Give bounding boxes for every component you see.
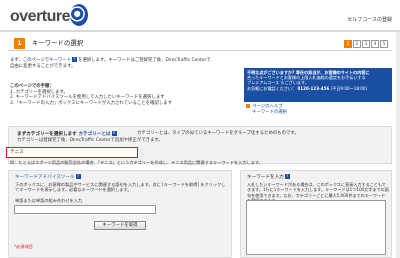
page-help-label[interactable]: ページのヘルプ xyxy=(252,105,283,110)
header-title: セルフコースの登録 xyxy=(347,17,392,23)
howto-steps: このページでの手順： 1. カテゴリーを選択します。 2. キーワードアドバイス… xyxy=(10,84,272,107)
page-help-sub[interactable]: キーワードの選択 xyxy=(252,110,287,115)
keyword-link[interactable]: キーワード xyxy=(49,58,71,63)
page-help-link[interactable]: ページのヘルプ キーワードの選択 xyxy=(246,104,287,116)
help-box-line4: お気軽にお電話ください： xyxy=(247,85,297,91)
premium-help-box: 不明な点がございますか? 専任の担当が、お客様のサイトの内容に 合ったキーワード… xyxy=(244,68,392,102)
step-1: 1 xyxy=(344,40,352,48)
get-keywords-button[interactable]: キーワードを取得 xyxy=(94,221,146,230)
help-question-icon[interactable]: ? xyxy=(284,174,290,179)
keyword-entry-title-text: キーワードを入力 xyxy=(247,175,284,180)
page-scrollbar[interactable] xyxy=(396,32,400,258)
category-title: まずカテゴリーを選択します xyxy=(17,132,77,137)
keyword-entry-textarea[interactable] xyxy=(246,200,386,255)
keyword-tool-title: キーワードアドバイスツール? xyxy=(15,174,82,181)
required-note: *必須項目 xyxy=(14,244,33,249)
intro-line1-pre: まず、このページで xyxy=(10,58,50,63)
intro-text: まず、このページでキーワード? を選択します。キーワードはご登録完了後、Direc… xyxy=(10,57,272,69)
category-desc: カテゴリーとは、タイプの似ているキーワードをグループ化するためのものです。 xyxy=(137,131,299,136)
overture-logo-icon xyxy=(70,4,88,26)
step-2: 2 xyxy=(353,40,361,48)
category-desc2: カテゴリーは登録完了後、DirecTraffic Centerで追加や修正ができ… xyxy=(17,138,163,143)
keyword-tool-title-text: キーワードアドバイスツール xyxy=(15,175,75,180)
help-question-icon[interactable]: ? xyxy=(75,174,81,179)
step-5: 5 xyxy=(380,40,388,48)
keyword-input-label: 単語または単語の組み合わせを入力 xyxy=(15,198,83,203)
keyword-entry-title: キーワードを入力? xyxy=(247,174,291,181)
header: overture セルフコースの登録 xyxy=(0,0,400,32)
header-divider xyxy=(0,30,400,32)
arrow-right-icon xyxy=(246,104,250,108)
step-indicator: 1 2 3 4 5 xyxy=(344,40,388,48)
category-help-link[interactable]: カテゴリーとは xyxy=(78,132,110,137)
help-phone-number: 0120-123-456 xyxy=(297,85,330,91)
step-4: 4 xyxy=(371,40,379,48)
keyword-tool-desc: 下のボックスに、お客様の製品やサービスに関連する語句を入力します。次に [キーワ… xyxy=(15,182,226,193)
overture-logo: overture xyxy=(10,8,71,25)
category-heading: まずカテゴリーを選択します カテゴリーとは? xyxy=(17,131,118,138)
step-number-badge: 1 xyxy=(14,38,25,49)
page-title: キーワードの選択 xyxy=(32,39,84,47)
help-question-icon[interactable]: ? xyxy=(111,131,117,136)
help-question-icon[interactable]: ? xyxy=(72,57,78,62)
page-title-bar: 1 キーワードの選択 1 2 3 4 5 xyxy=(8,37,392,51)
keyword-search-input[interactable] xyxy=(14,205,156,214)
category-input[interactable]: テニス xyxy=(6,147,138,158)
howto-item: 3.「キーワードの入力」ボックスにキーワードが入力されていることを確認します xyxy=(10,101,172,107)
step-3: 3 xyxy=(362,40,370,48)
category-example: 例：たとえばスポーツ用品の販売会社の場合、「テニス」というカテゴリーを作成し、テ… xyxy=(10,160,263,165)
help-box-hours: (平日9:00〜18:00) xyxy=(330,85,368,91)
intro-line2: 自由に変更することができます。 xyxy=(10,63,76,69)
category-panel: まずカテゴリーを選択します カテゴリーとは? カテゴリーとは、タイプの似ているキ… xyxy=(8,126,392,164)
intro-line1-post: を選択します。キーワードはご登録完了後、DirecTraffic Centerで xyxy=(78,58,211,63)
keyword-advice-panel: キーワードアドバイスツール? 下のボックスに、お客様の製品やサービスに関連する語… xyxy=(8,170,232,258)
